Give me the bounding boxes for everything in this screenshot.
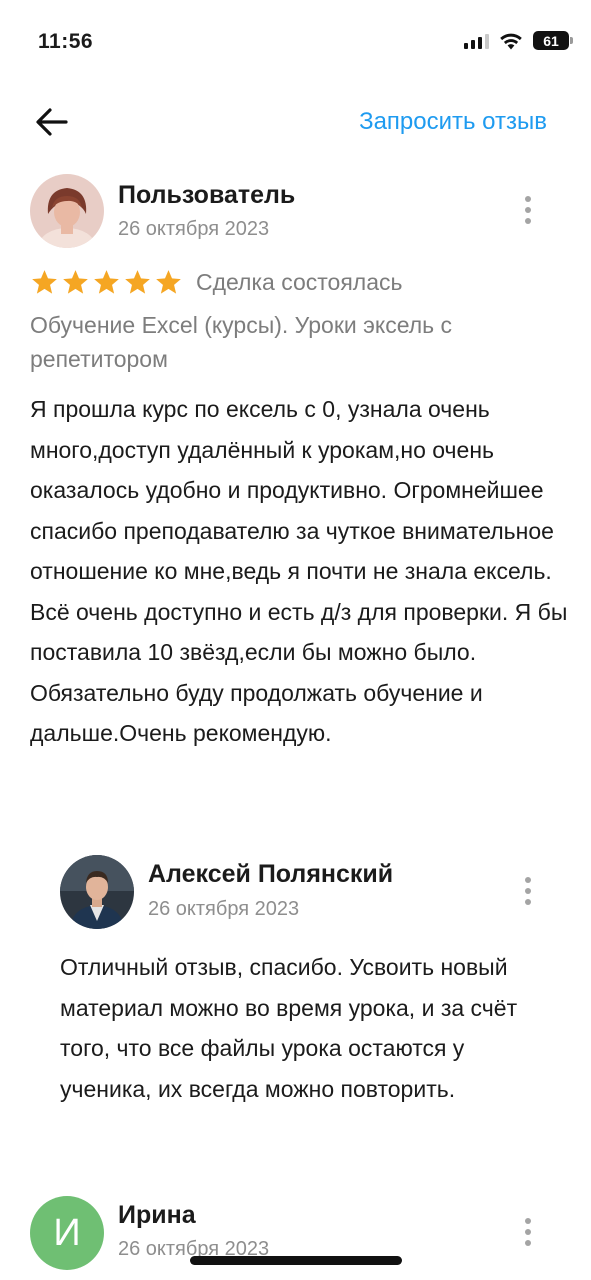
more-options-button[interactable]	[514, 1212, 542, 1252]
dot-icon	[525, 1218, 531, 1224]
dot-icon	[525, 1240, 531, 1246]
avatar-letter: И	[53, 1211, 81, 1254]
review-author[interactable]: Ирина	[118, 1201, 196, 1230]
avatar[interactable]: И	[30, 1196, 104, 1270]
home-indicator[interactable]	[190, 1256, 402, 1265]
dot-icon	[525, 1229, 531, 1235]
review-card: И Ирина 26 октября 2023	[0, 0, 591, 1280]
